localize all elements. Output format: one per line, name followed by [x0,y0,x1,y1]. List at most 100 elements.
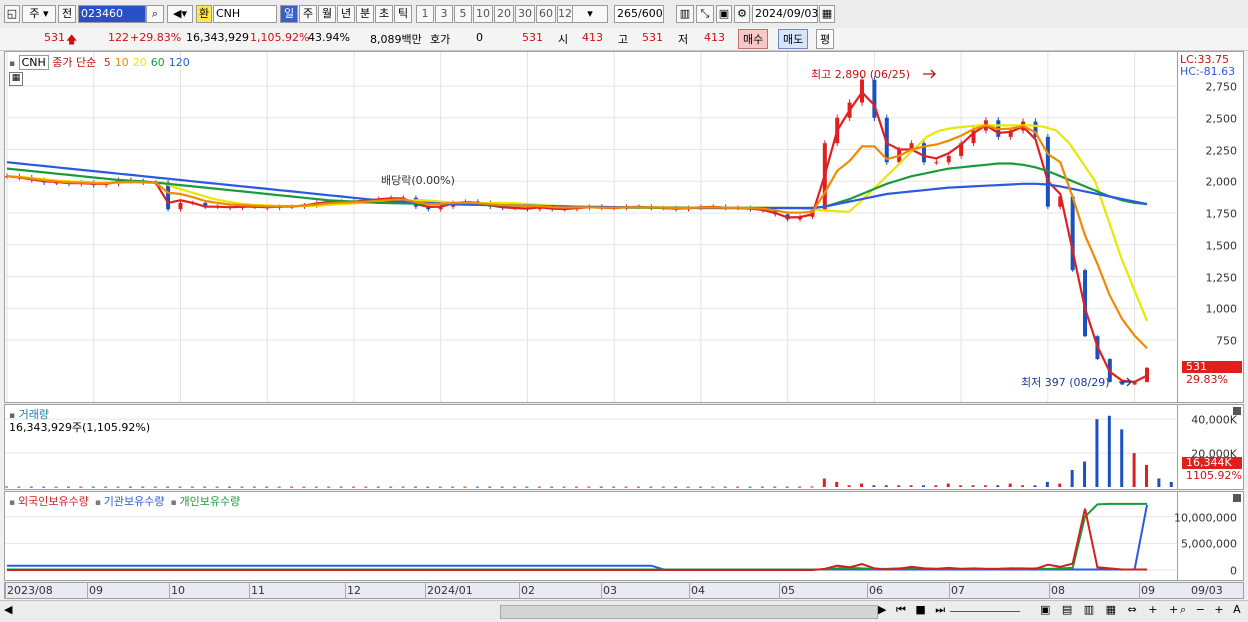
ma10-line [6,124,1148,350]
volume-bar [463,486,467,488]
volume-bar [351,486,355,488]
volume-bar [748,486,752,488]
custom-interval-select[interactable]: ▾ [572,5,608,23]
interval-button-5[interactable]: 30 [515,5,535,23]
mode-select[interactable]: 주 ▾ [22,5,56,23]
prev-button[interactable]: 전 [58,5,76,23]
holding-panel[interactable]: ▪ 외국인보유수량 ▪ 기관보유수량 ▪ 개인보유수량 [4,491,1178,581]
volume-last-tag: 16,344K [1182,457,1242,469]
volume-bar [42,486,46,488]
volume-percent: 1,105.92% [250,31,310,44]
volume-bar [240,486,244,488]
interval-button-3[interactable]: 10 [473,5,493,23]
volume-bar [141,486,145,488]
interval-button-2[interactable]: 5 [454,5,472,23]
volume-bar [401,486,405,488]
gear-icon[interactable]: ⚙ [734,5,750,23]
panel-close-icon[interactable] [1233,494,1241,502]
price-tick-label: 1,250 [1205,271,1238,285]
save-icon[interactable]: ▣ [716,5,732,23]
volume-bar [475,486,479,488]
bottom-scrollbar: ◀ ▶ ⏮ ■ ⏭ ▣ ▤ ▥ ▦ ⇔ + + ⌕ − + A [0,600,1248,622]
volume-bar [376,486,380,488]
volume-bar [760,486,764,488]
price-panel[interactable]: ▪ CNH 종가 단순 5 10 20 60 120 ▦ 최고 2,890 (06/25… [4,51,1178,403]
quote-bar: 531 🡅 122 +29.83% 16,343,929 1,105.92% 4… [0,28,1248,51]
zoom-slider[interactable] [950,611,1020,612]
buy-button[interactable]: 매수 [738,29,769,49]
x-axis-tick [1139,583,1140,599]
period-button-6[interactable]: 틱 [394,5,412,23]
change-value: 122 [108,31,129,44]
period-button-1[interactable]: 주 [299,5,317,23]
volume-bar [897,485,901,487]
volume-bar [91,486,95,488]
candle-body [1145,367,1149,382]
x-axis-tick [779,583,780,599]
volume-panel[interactable]: ▪ 거래량 16,343,929주(1,105.92%) [4,404,1178,490]
volume-bar [624,486,628,488]
volume-bar [1107,415,1111,487]
volume-value-label: 16,343,929주(1,105.92%) [9,421,151,434]
stock-code-input[interactable]: 023460 [78,5,146,23]
x-axis-label: 02 [521,584,535,597]
volume-bar [302,486,306,488]
interval-button-1[interactable]: 3 [435,5,453,23]
x-axis: 2023/08 09 10 11 12 2024/01 02 03 04 05 06 07 08 09 0… [4,582,1244,599]
price-tick-label: 2,250 [1205,144,1238,158]
dividend-annotation: 배당락(0.00%) [381,174,455,187]
volume-bar [488,486,492,488]
volume-bar [17,486,21,488]
count-field[interactable]: 265/600 [614,5,664,23]
up-arrow-icon: 🡅 [66,33,78,46]
price-chart [5,52,1177,402]
volume-bar [1045,481,1049,487]
volume-bar [116,486,120,488]
volume-bar [921,485,925,487]
volume-bar [612,486,616,488]
period-button-4[interactable]: 분 [356,5,374,23]
x-axis-tick [949,583,950,599]
volume-bar [550,486,554,488]
x-axis-tick [87,583,88,599]
volume-bar [1157,478,1161,487]
low-price: 413 [704,31,725,44]
price-tick-label: 1,750 [1205,207,1238,221]
speaker-icon[interactable]: ◀▾ [167,5,193,23]
interval-button-6[interactable]: 60 [536,5,556,23]
draw-tool-icon[interactable]: ⤡ [696,5,714,23]
volume-bar [1120,429,1124,487]
volume-bar [661,486,665,488]
window-icon[interactable]: ◱ [4,5,20,23]
volume-bar [438,486,442,488]
sell-button[interactable]: 매도 [778,29,809,49]
date-input[interactable]: 2024/09/03 [752,5,818,23]
volume-bar [1008,483,1012,487]
interval-button-0[interactable]: 1 [416,5,434,23]
holding-legend: ▪ 외국인보유수량 ▪ 기관보유수량 ▪ 개인보유수량 [9,493,246,509]
zoom-icons[interactable]: ⌕ − + A [1180,603,1244,617]
search-icon[interactable]: ⌕ [146,5,164,23]
period-button-0[interactable]: 일 [280,5,298,23]
high-annotation: 최고 2,890 (06/25) [811,68,911,81]
volume-bar [277,486,281,488]
trade-amount: 8,089백만 [370,33,422,46]
volume-bar [327,486,331,488]
exchange-badge: 환 [196,5,212,23]
candle-icon[interactable]: ▥ [676,5,694,23]
interval-button-4[interactable]: 20 [494,5,514,23]
scroll-thumb[interactable] [500,605,878,619]
volume-bar [575,486,578,488]
scroll-left-icon[interactable]: ◀ [4,603,12,616]
period-button-3[interactable]: 년 [337,5,355,23]
period-button-5[interactable]: 초 [375,5,393,23]
period-button-2[interactable]: 월 [318,5,336,23]
last-percent-tag: 29.83% [1186,373,1228,386]
volume-bar [5,486,8,488]
average-button[interactable]: 평 [816,29,835,49]
playback-controls[interactable]: ▶ ⏮ ■ ⏭ [878,603,948,617]
chart-tools-icons[interactable]: ▣ ▤ ▥ ▦ ⇔ + + [1040,603,1182,616]
low-annotation: 최저 397 (08/29) [1021,376,1110,389]
grid-table-icon[interactable]: ▦ [9,72,23,86]
calendar-icon[interactable]: ▦ [819,5,835,23]
